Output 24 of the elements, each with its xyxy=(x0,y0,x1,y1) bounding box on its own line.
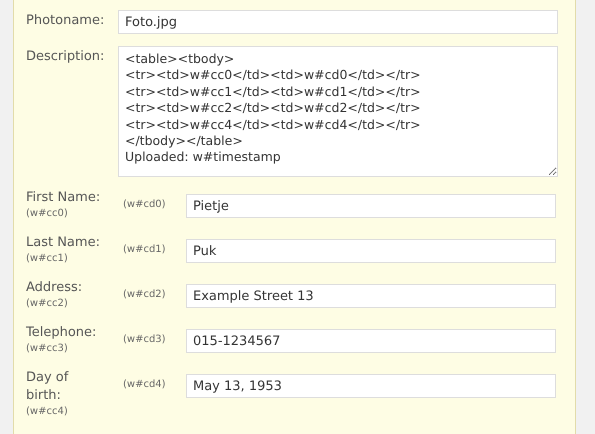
input-field[interactable]: Pietje xyxy=(186,194,556,218)
input-field[interactable]: Foto.jpg xyxy=(118,10,558,34)
input-field[interactable]: Puk xyxy=(186,239,556,263)
input-field[interactable]: 015-1234567 xyxy=(186,329,556,353)
input-field[interactable]: May 13, 1953 xyxy=(186,374,556,398)
field-code: (w#cc0) xyxy=(26,207,69,221)
field-label: First Name: xyxy=(26,189,102,207)
field-label: Day of birth: xyxy=(26,369,70,405)
field-label: Telephone: xyxy=(26,324,98,342)
field-code: (w#cc3) xyxy=(26,342,69,356)
field-label: Last Name: xyxy=(26,234,101,252)
value-code: (w#cd3) xyxy=(123,333,167,347)
field-code: (w#cc1) xyxy=(26,252,69,266)
value-code: (w#cd0) xyxy=(123,198,167,212)
description-textarea[interactable]: <table><tbody> <tr><td>w#cc0</td><td>w#cd0</td></tr> <tr><td>w#cc1</td><td>w#cd1</td></tr> <tr><td>w#cc2</td><td>w#cd2</td></tr> <tr><td>w#cc4</td><td>w#cd4</td></tr> </tbody></table> Uploaded: w#timestamp xyxy=(118,46,558,177)
field-label: Photoname: xyxy=(26,12,106,28)
value-code: (w#cd4) xyxy=(123,378,167,392)
value-code: (w#cd1) xyxy=(123,243,167,257)
field-code: (w#cc2) xyxy=(26,297,69,311)
field-label: Address: xyxy=(26,279,84,297)
field-code: (w#cc4) xyxy=(26,405,69,419)
field-label: Description: xyxy=(26,48,106,64)
value-code: (w#cd2) xyxy=(123,288,167,302)
input-field[interactable]: Example Street 13 xyxy=(186,284,556,308)
